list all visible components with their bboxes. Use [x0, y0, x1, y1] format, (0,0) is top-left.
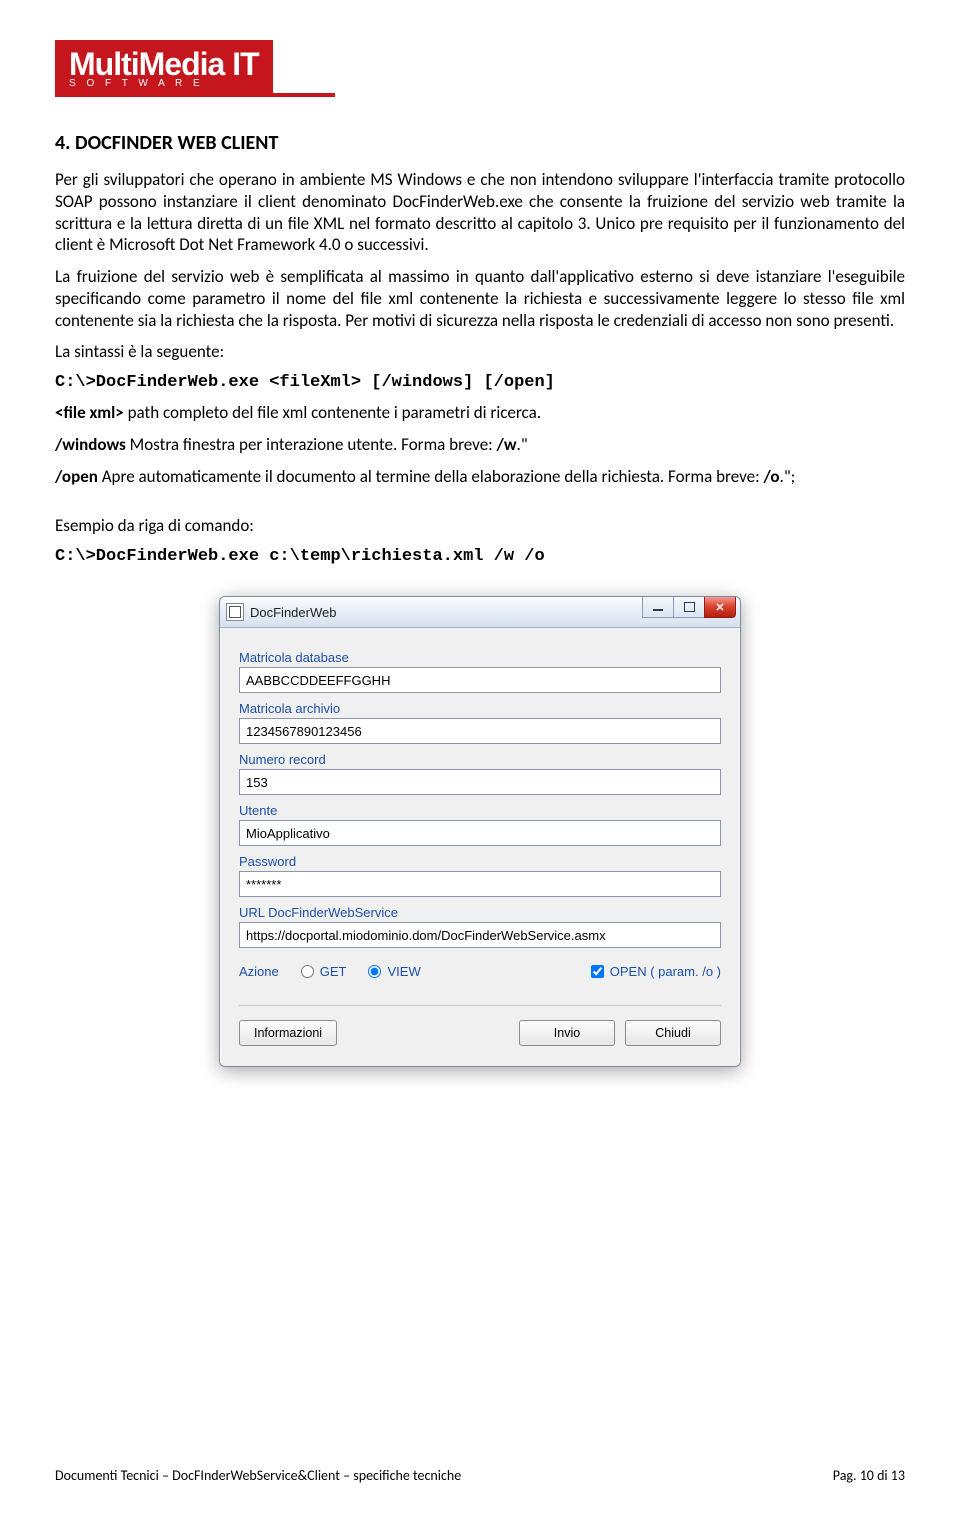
option-filexml-label: <file xml>: [55, 402, 124, 423]
dialog-body: Matricola database Matricola archivio Nu…: [220, 628, 740, 1066]
input-matricola-arch[interactable]: [239, 718, 721, 744]
option-windows-label: /windows: [55, 434, 126, 455]
input-password[interactable]: [239, 871, 721, 897]
maximize-button[interactable]: [673, 597, 705, 618]
option-windows-desc: Mostra finestra per interazione utente. …: [126, 434, 497, 455]
informazioni-button[interactable]: Informazioni: [239, 1020, 337, 1046]
checkbox-open-label[interactable]: OPEN ( param. /o ): [591, 964, 721, 979]
option-open-tail: .";: [780, 466, 796, 487]
option-filexml-desc: path completo del file xml contenente i …: [124, 402, 541, 423]
label-numero-record: Numero record: [239, 752, 721, 767]
input-url[interactable]: [239, 922, 721, 948]
option-open-desc: Apre automaticamente il documento al ter…: [98, 466, 764, 487]
option-open-short: /o: [763, 466, 779, 487]
chiudi-button[interactable]: Chiudi: [625, 1020, 721, 1046]
radio-get-label[interactable]: GET: [301, 964, 347, 979]
section-heading: 4. DOCFINDER WEB CLIENT: [55, 131, 905, 155]
app-icon: [226, 603, 244, 621]
dialog-title: DocFinderWeb: [250, 605, 336, 620]
label-matricola-db: Matricola database: [239, 650, 721, 665]
page-footer: Documenti Tecnici – DocFInderWebService&…: [55, 1467, 905, 1484]
input-numero-record[interactable]: [239, 769, 721, 795]
dialog-screenshot-wrap: DocFinderWeb ✕ Matricola database Matric…: [55, 596, 905, 1067]
radio-view-text: VIEW: [387, 964, 420, 979]
paragraph-2: La fruizione del servizio web è semplifi…: [55, 266, 905, 331]
azione-label: Azione: [239, 964, 279, 979]
option-open-label: /open: [55, 466, 98, 487]
footer-right: Pag. 10 di 13: [833, 1467, 905, 1484]
label-utente: Utente: [239, 803, 721, 818]
close-button[interactable]: ✕: [704, 597, 736, 618]
minimize-button[interactable]: [642, 597, 674, 618]
logo-underline: [55, 93, 335, 97]
example-command: C:\>DocFinderWeb.exe c:\temp\richiesta.x…: [55, 547, 905, 566]
radio-get[interactable]: [301, 965, 314, 978]
document-page: MultiMedia IT S O F T W A R E 4. DOCFIND…: [0, 0, 960, 1514]
dialog-button-row: Informazioni Invio Chiudi: [239, 1005, 721, 1058]
logo-main-text: MultiMedia IT: [69, 46, 259, 82]
option-windows: /windows Mostra finestra per interazione…: [55, 434, 905, 456]
window-buttons: ✕: [643, 597, 736, 618]
invio-button[interactable]: Invio: [519, 1020, 615, 1046]
radio-view[interactable]: [368, 965, 381, 978]
paragraph-1: Per gli sviluppatori che operano in ambi…: [55, 169, 905, 256]
option-open: /open Apre automaticamente il documento …: [55, 466, 905, 488]
label-password: Password: [239, 854, 721, 869]
syntax-command: C:\>DocFinderWeb.exe <fileXml> [/windows…: [55, 373, 905, 392]
label-url: URL DocFinderWebService: [239, 905, 721, 920]
radio-get-text: GET: [320, 964, 347, 979]
option-filexml: <file xml> path completo del file xml co…: [55, 402, 905, 424]
docfinderweb-dialog: DocFinderWeb ✕ Matricola database Matric…: [219, 596, 741, 1067]
input-utente[interactable]: [239, 820, 721, 846]
example-intro: Esempio da riga di comando:: [55, 515, 905, 537]
brand-logo: MultiMedia IT S O F T W A R E: [55, 40, 273, 93]
dialog-titlebar[interactable]: DocFinderWeb ✕: [220, 597, 740, 628]
checkbox-open-text: OPEN ( param. /o ): [610, 964, 721, 979]
azione-row: Azione GET VIEW OPEN ( param. /o ): [239, 964, 721, 979]
option-windows-short: /w: [497, 434, 517, 455]
input-matricola-db[interactable]: [239, 667, 721, 693]
brand-logo-block: MultiMedia IT S O F T W A R E: [55, 40, 905, 97]
footer-left: Documenti Tecnici – DocFInderWebService&…: [55, 1467, 461, 1484]
option-windows-tail: .": [517, 434, 528, 455]
label-matricola-arch: Matricola archivio: [239, 701, 721, 716]
radio-view-label[interactable]: VIEW: [368, 964, 420, 979]
checkbox-open[interactable]: [591, 965, 604, 978]
syntax-intro: La sintassi è la seguente:: [55, 341, 905, 363]
